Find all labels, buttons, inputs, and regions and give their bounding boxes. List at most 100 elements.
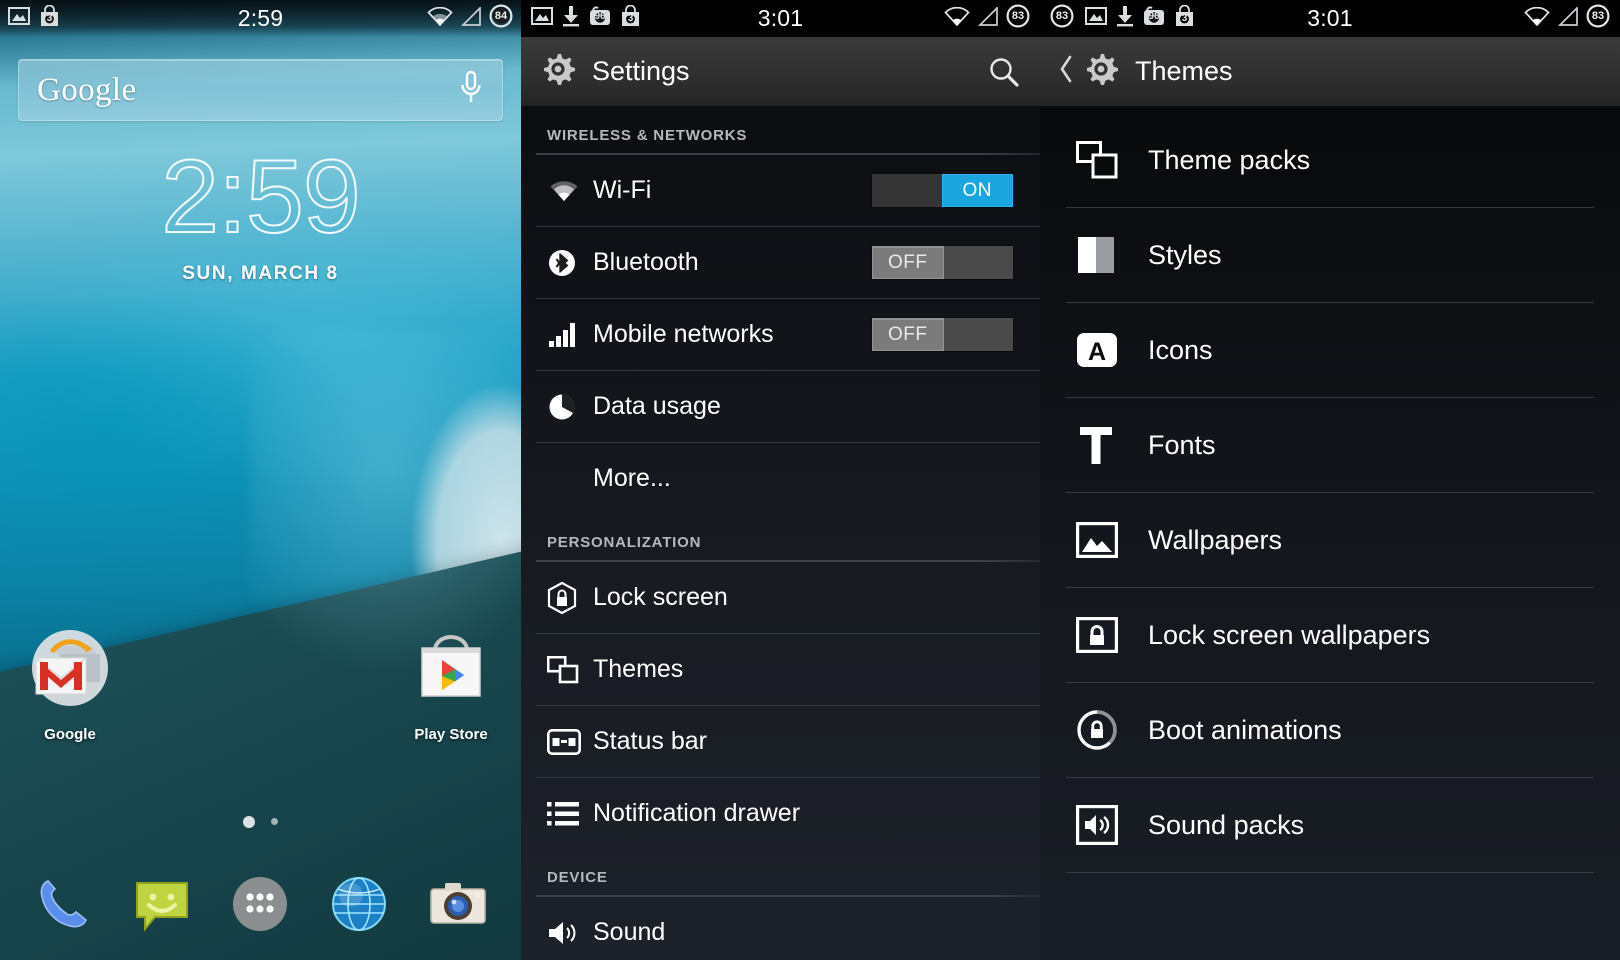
battery-icon: 83 (1050, 4, 1074, 33)
themes-title: Themes (1135, 56, 1233, 86)
themes-icon (547, 655, 593, 684)
battery-level: 83 (1591, 10, 1605, 22)
toggle-state-label: OFF (872, 246, 944, 279)
app-icon-google[interactable]: Google (5, 628, 135, 743)
download-icon (562, 5, 580, 32)
settings-row-wifi[interactable]: Wi-Fi ON (521, 155, 1040, 226)
app-label: Google (44, 726, 96, 743)
status-left-icons: 96 3 (531, 4, 641, 32)
settings-panel: 96 3 3:01 83 Settings WIRELESS & NETWORK… (521, 0, 1040, 960)
image-icon (1085, 7, 1107, 30)
boot-animation-icon (1076, 709, 1148, 751)
google-search-widget[interactable]: Google (18, 59, 503, 121)
bag-badge: 3 (1181, 13, 1188, 24)
app-icon-play-store[interactable]: Play Store (386, 628, 516, 743)
group-header-wireless: WIRELESS & NETWORKS (547, 127, 748, 144)
gear-icon (1082, 50, 1120, 93)
dock-item-messaging[interactable] (124, 866, 200, 942)
app-label: Play Store (414, 726, 488, 743)
settings-row-mobile-networks[interactable]: Mobile networks OFF (521, 299, 1040, 370)
themes-row-boot-animations[interactable]: Boot animations (1040, 683, 1620, 777)
themes-row-wallpapers[interactable]: Wallpapers (1040, 493, 1620, 587)
messaging-icon (135, 882, 188, 932)
lock-hex-icon (547, 581, 593, 614)
download-icon (1116, 5, 1134, 32)
battery-level: 83 (1011, 10, 1025, 22)
row-label: Status bar (593, 727, 707, 755)
settings-row-notification-drawer[interactable]: Notification drawer (521, 778, 1040, 849)
sound-icon (547, 920, 593, 946)
wifi-icon (944, 6, 970, 31)
bluetooth-toggle[interactable]: OFF (871, 245, 1014, 280)
page-indicator (0, 813, 521, 831)
signal-icon (1557, 5, 1579, 31)
shopping-bag-icon: 3 (39, 4, 60, 32)
row-label: Data usage (593, 392, 721, 420)
dock-item-browser[interactable] (321, 866, 397, 942)
themes-row-theme-packs[interactable]: Theme packs (1040, 113, 1620, 207)
wifi-icon (427, 6, 453, 31)
row-label: Mobile networks (593, 320, 774, 348)
toggle-track (943, 318, 1013, 351)
list-icon (547, 801, 593, 827)
dock-item-phone[interactable] (25, 866, 101, 942)
settings-title: Settings (592, 56, 690, 86)
themes-row-fonts[interactable]: Fonts (1040, 398, 1620, 492)
image-icon (8, 7, 30, 30)
dock-item-camera[interactable] (420, 866, 496, 942)
sound-pack-icon (1076, 805, 1148, 845)
row-label: Bluetooth (593, 248, 699, 276)
themes-panel: 83 96 3 3:01 83 Themes Theme packs Style… (1040, 0, 1620, 960)
search-icon[interactable] (986, 54, 1022, 90)
toggle-state-label: OFF (872, 318, 944, 351)
page-dot[interactable] (271, 818, 278, 826)
status-right-icons: 83 (1524, 4, 1610, 33)
divider (1066, 207, 1594, 208)
themes-status-bar: 83 96 3 3:01 83 (1040, 0, 1620, 37)
icons-icon: A (1076, 330, 1148, 370)
app-drawer-icon (233, 877, 288, 931)
settings-row-data-usage[interactable]: Data usage (521, 371, 1040, 442)
wifi-toggle[interactable]: ON (871, 173, 1014, 208)
battery-level: 84 (494, 10, 508, 22)
clock-date: SUN, MARCH 8 (182, 262, 339, 284)
row-label: Lock screen wallpapers (1148, 619, 1431, 650)
row-label: Themes (593, 655, 684, 683)
toggle-state-label: ON (941, 174, 1013, 207)
divider (1066, 302, 1594, 303)
themes-row-styles[interactable]: Styles (1040, 208, 1620, 302)
settings-row-lock-screen[interactable]: Lock screen (521, 562, 1040, 633)
row-label: Notification drawer (593, 799, 801, 827)
group-header-device: DEVICE (547, 869, 608, 886)
mobile-networks-toggle[interactable]: OFF (871, 317, 1014, 352)
settings-action-bar: Settings (521, 37, 1040, 107)
data-usage-icon (547, 392, 593, 422)
settings-row-sound[interactable]: Sound (521, 897, 1040, 960)
lock-wallpaper-icon (1076, 617, 1148, 653)
gear-icon (539, 50, 577, 93)
themes-list: Theme packs Styles A Icons Fonts Wallpap… (1040, 107, 1620, 873)
settings-row-more[interactable]: More... (521, 443, 1040, 514)
settings-row-themes[interactable]: Themes (521, 634, 1040, 705)
svg-text:A: A (1088, 338, 1106, 366)
dock-item-app-drawer[interactable] (222, 866, 298, 942)
microphone-icon[interactable] (458, 69, 484, 112)
settings-row-bluetooth[interactable]: Bluetooth OFF (521, 227, 1040, 298)
themes-row-sound-packs[interactable]: Sound packs (1040, 778, 1620, 872)
themes-row-icons[interactable]: A Icons (1040, 303, 1620, 397)
theme-packs-icon (1076, 141, 1148, 179)
group-header-personalization: PERSONALIZATION (547, 534, 702, 551)
status-right-icons: 83 (944, 4, 1030, 33)
themes-row-lock-screen-wallpapers[interactable]: Lock screen wallpapers (1040, 588, 1620, 682)
dock (0, 856, 521, 952)
signal-icon (977, 5, 999, 31)
clock-widget[interactable]: 2:59 SUN, MARCH 8 (0, 139, 521, 285)
clock-time: 2:59 (160, 139, 361, 255)
page-dot-active[interactable] (243, 815, 255, 828)
settings-row-status-bar[interactable]: Status bar (521, 706, 1040, 777)
battery-level: 83 (1055, 10, 1069, 22)
row-label: Fonts (1148, 429, 1216, 460)
row-label: Wallpapers (1148, 524, 1283, 555)
divider (1066, 777, 1594, 778)
back-chevron-icon[interactable] (1058, 54, 1074, 89)
